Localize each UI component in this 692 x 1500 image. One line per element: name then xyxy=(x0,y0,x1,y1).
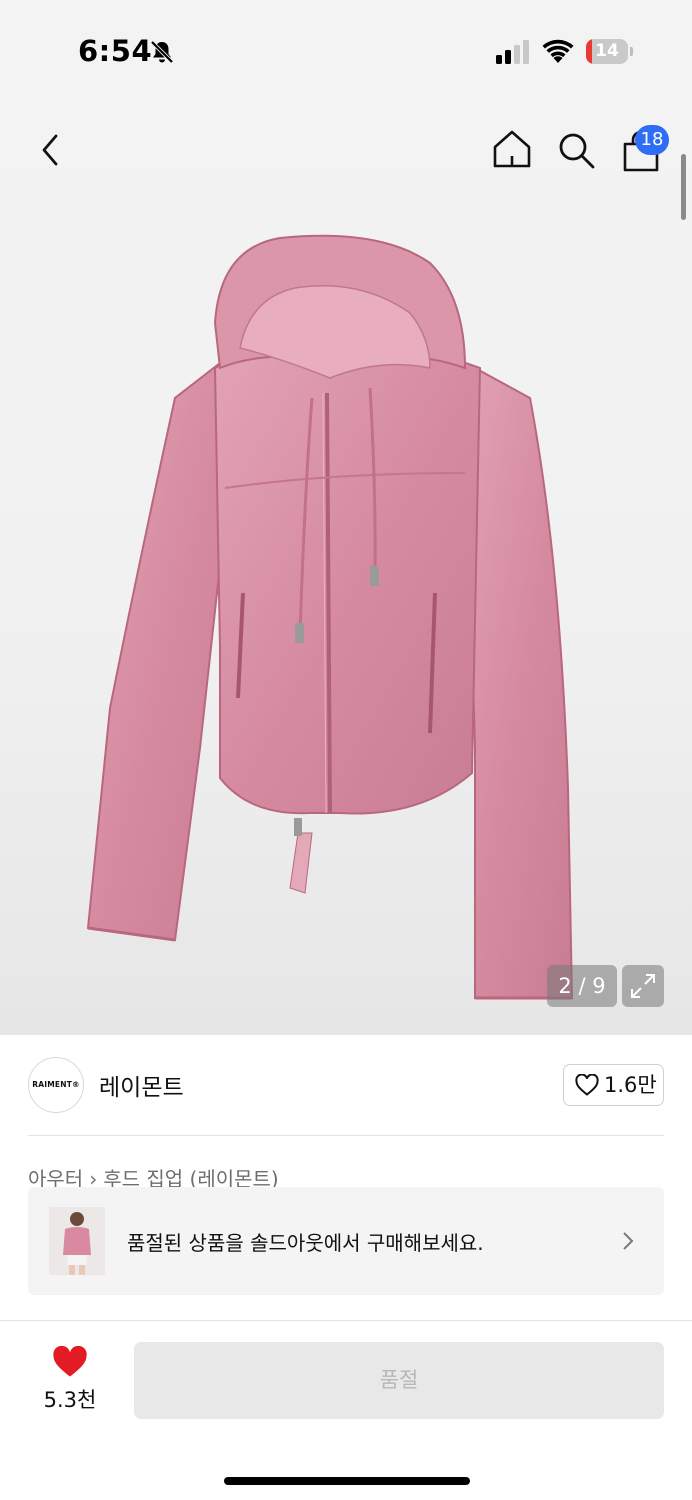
brand-like-count: 1.6만 xyxy=(604,1073,657,1097)
search-icon[interactable] xyxy=(556,130,596,170)
battery-percent: 14 xyxy=(595,41,619,61)
divider xyxy=(28,1135,664,1136)
image-counter: 2 / 9 xyxy=(547,965,617,1007)
product-photo xyxy=(86,234,574,1000)
cart-count-badge[interactable]: 18 xyxy=(635,125,669,155)
status-time: 6:54 xyxy=(78,34,153,68)
wish-count: 5.3천 xyxy=(43,1388,97,1412)
home-icon[interactable] xyxy=(491,128,533,170)
battery-indicator: 14 xyxy=(586,39,634,64)
cellular-signal-icon xyxy=(496,40,529,64)
brand-name[interactable]: 레이몬트 xyxy=(99,1068,184,1102)
brand-like-button[interactable]: 1.6만 xyxy=(563,1064,664,1106)
heart-filled-icon[interactable] xyxy=(52,1346,88,1378)
status-bar: 6:54 14 xyxy=(0,0,692,100)
wifi-icon xyxy=(542,39,574,63)
divider xyxy=(0,1320,692,1321)
chevron-right-icon xyxy=(623,1232,634,1250)
soldout-thumbnail xyxy=(49,1207,105,1275)
soldout-banner-text: 품절된 상품을 솔드아웃에서 구매해보세요. xyxy=(127,1231,484,1255)
heart-outline-icon xyxy=(575,1074,599,1096)
soldout-button[interactable]: 품절 xyxy=(134,1342,664,1419)
bell-muted-icon xyxy=(150,40,174,64)
home-indicator[interactable] xyxy=(224,1477,470,1485)
expand-icon[interactable] xyxy=(622,965,664,1007)
scrollbar[interactable] xyxy=(681,154,686,220)
brand-logo[interactable]: RAIMENT® xyxy=(28,1057,84,1113)
back-arrow-icon[interactable] xyxy=(32,130,68,170)
soldout-banner[interactable]: 품절된 상품을 솔드아웃에서 구매해보세요. xyxy=(28,1187,664,1295)
